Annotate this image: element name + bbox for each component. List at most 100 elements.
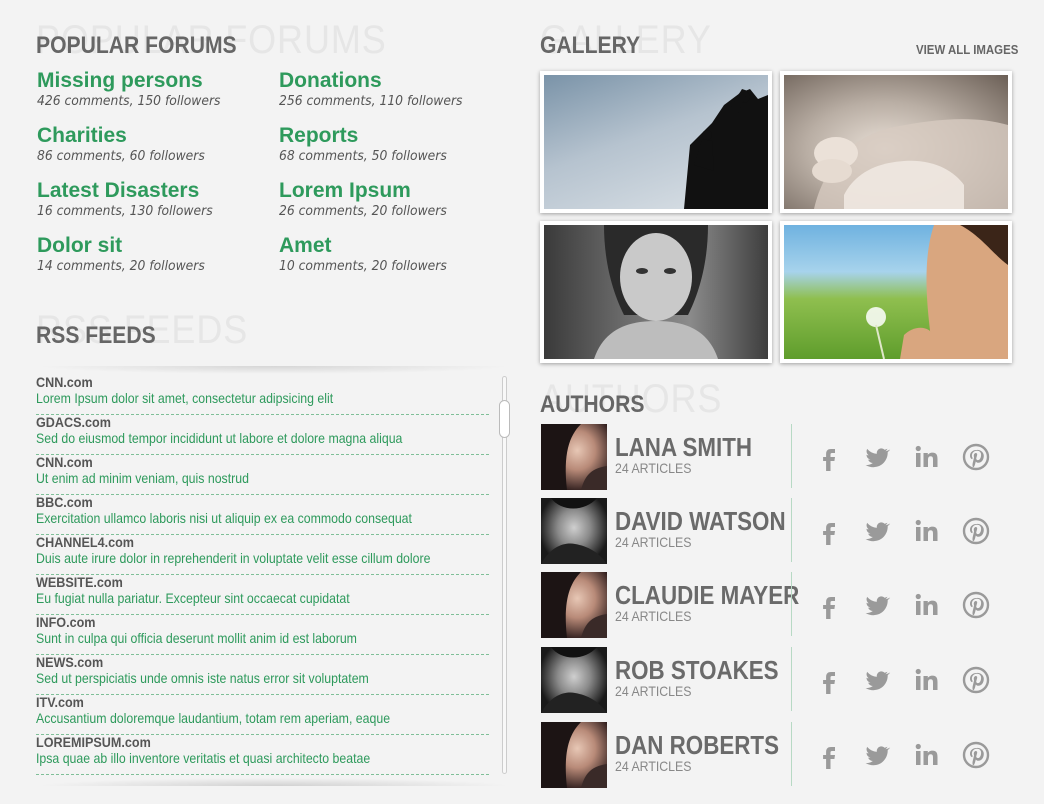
rss-item[interactable]: BBC.com Exercitation ullamco laboris nis… bbox=[36, 495, 489, 535]
rss-source: INFO.com bbox=[36, 615, 96, 630]
author-articles: 24 ARTICLES bbox=[615, 758, 692, 774]
forum-item[interactable]: Charities 86 comments, 60 followers bbox=[37, 124, 267, 166]
author-name[interactable]: LANA SMITH bbox=[615, 432, 752, 463]
linkedin-icon[interactable] bbox=[913, 741, 941, 769]
rss-source: WEBSITE.com bbox=[36, 575, 123, 590]
facebook-icon[interactable] bbox=[815, 591, 843, 619]
pinterest-icon[interactable] bbox=[962, 741, 990, 769]
forum-meta: 426 comments, 150 followers bbox=[37, 94, 221, 109]
rss-text[interactable]: Sunt in culpa qui officia deserunt molli… bbox=[36, 630, 435, 646]
gallery-image-girl[interactable] bbox=[540, 221, 772, 363]
avatar[interactable] bbox=[541, 722, 607, 788]
rss-item[interactable]: CNN.com Ut enim ad minim veniam, quis no… bbox=[36, 455, 489, 495]
forum-name[interactable]: Reports bbox=[279, 124, 509, 148]
author-divider bbox=[791, 647, 792, 711]
author-articles: 24 ARTICLES bbox=[615, 608, 692, 624]
twitter-icon[interactable] bbox=[863, 591, 891, 619]
rss-text[interactable]: Ipsa quae ab illo inventore veritatis et… bbox=[36, 750, 435, 766]
gallery-image-hands[interactable] bbox=[780, 71, 1012, 213]
forum-name[interactable]: Amet bbox=[279, 234, 509, 258]
avatar[interactable] bbox=[541, 572, 607, 638]
forum-meta: 26 comments, 20 followers bbox=[279, 204, 447, 219]
rss-text[interactable]: Ut enim ad minim veniam, quis nostrud bbox=[36, 470, 435, 486]
twitter-icon[interactable] bbox=[863, 666, 891, 694]
facebook-icon[interactable] bbox=[815, 666, 843, 694]
avatar[interactable] bbox=[541, 424, 607, 490]
gallery-image-dandelion[interactable] bbox=[780, 221, 1012, 363]
rss-source: LOREMIPSUM.com bbox=[36, 735, 151, 750]
facebook-icon[interactable] bbox=[815, 443, 843, 471]
forum-item[interactable]: Donations 256 comments, 110 followers bbox=[279, 69, 509, 111]
rss-text[interactable]: Exercitation ullamco laboris nisi ut ali… bbox=[36, 510, 435, 526]
forum-item[interactable]: Reports 68 comments, 50 followers bbox=[279, 124, 509, 166]
avatar[interactable] bbox=[541, 647, 607, 713]
rss-item[interactable]: INFO.com Sunt in culpa qui officia deser… bbox=[36, 615, 489, 655]
rss-scrollbar-thumb[interactable] bbox=[499, 400, 510, 438]
rss-bottom-shadow bbox=[36, 778, 512, 786]
forum-name[interactable]: Donations bbox=[279, 69, 509, 93]
author-row: ROB STOAKES 24 ARTICLES bbox=[541, 647, 1001, 713]
rss-source: NEWS.com bbox=[36, 655, 104, 670]
pinterest-icon[interactable] bbox=[962, 443, 990, 471]
forum-item[interactable]: Lorem Ipsum 26 comments, 20 followers bbox=[279, 179, 509, 221]
forum-name[interactable]: Missing persons bbox=[37, 69, 267, 93]
rss-item[interactable]: WEBSITE.com Eu fugiat nulla pariatur. Ex… bbox=[36, 575, 489, 615]
facebook-icon[interactable] bbox=[815, 517, 843, 545]
rss-text[interactable]: Lorem Ipsum dolor sit amet, consectetur … bbox=[36, 390, 435, 406]
gallery-title: GALLERY bbox=[540, 32, 641, 59]
forums-title: POPULAR FORUMS bbox=[36, 32, 237, 59]
twitter-icon[interactable] bbox=[863, 517, 891, 545]
pinterest-icon[interactable] bbox=[962, 666, 990, 694]
pinterest-icon[interactable] bbox=[962, 517, 990, 545]
author-row: LANA SMITH 24 ARTICLES bbox=[541, 424, 1001, 490]
forum-name[interactable]: Charities bbox=[37, 124, 267, 148]
rss-item[interactable]: NEWS.com Sed ut perspiciatis unde omnis … bbox=[36, 655, 489, 695]
rss-item[interactable]: CNN.com Lorem Ipsum dolor sit amet, cons… bbox=[36, 375, 489, 415]
author-divider bbox=[791, 572, 792, 636]
rss-source: ITV.com bbox=[36, 695, 84, 710]
author-name[interactable]: ROB STOAKES bbox=[615, 655, 779, 686]
forum-item[interactable]: Latest Disasters 16 comments, 130 follow… bbox=[37, 179, 267, 221]
author-name[interactable]: DAVID WATSON bbox=[615, 506, 786, 537]
linkedin-icon[interactable] bbox=[913, 443, 941, 471]
linkedin-icon[interactable] bbox=[913, 517, 941, 545]
avatar[interactable] bbox=[541, 498, 607, 564]
rss-source: CNN.com bbox=[36, 375, 93, 390]
rss-text[interactable]: Sed do eiusmod tempor incididunt ut labo… bbox=[36, 430, 435, 446]
author-divider bbox=[791, 722, 792, 786]
author-name[interactable]: DAN ROBERTS bbox=[615, 730, 779, 761]
rss-source: CNN.com bbox=[36, 455, 93, 470]
rss-text[interactable]: Eu fugiat nulla pariatur. Excepteur sint… bbox=[36, 590, 435, 606]
forum-name[interactable]: Dolor sit bbox=[37, 234, 267, 258]
author-articles: 24 ARTICLES bbox=[615, 534, 692, 550]
linkedin-icon[interactable] bbox=[913, 666, 941, 694]
rss-item[interactable]: ITV.com Accusantium doloremque laudantiu… bbox=[36, 695, 489, 735]
forum-meta: 68 comments, 50 followers bbox=[279, 149, 447, 164]
forum-item[interactable]: Missing persons 426 comments, 150 follow… bbox=[37, 69, 267, 111]
twitter-icon[interactable] bbox=[863, 741, 891, 769]
pinterest-icon[interactable] bbox=[962, 591, 990, 619]
rss-item[interactable]: LOREMIPSUM.com Ipsa quae ab illo invento… bbox=[36, 735, 489, 775]
twitter-icon[interactable] bbox=[863, 443, 891, 471]
gallery-image-climbers[interactable] bbox=[540, 71, 772, 213]
forum-item[interactable]: Amet 10 comments, 20 followers bbox=[279, 234, 509, 276]
rss-text[interactable]: Accusantium doloremque laudantium, totam… bbox=[36, 710, 435, 726]
forum-name[interactable]: Lorem Ipsum bbox=[279, 179, 509, 203]
rss-item[interactable]: GDACS.com Sed do eiusmod tempor incididu… bbox=[36, 415, 489, 455]
facebook-icon[interactable] bbox=[815, 741, 843, 769]
forum-meta: 256 comments, 110 followers bbox=[279, 94, 463, 109]
author-row: DAVID WATSON 24 ARTICLES bbox=[541, 498, 1001, 564]
rss-list: CNN.com Lorem Ipsum dolor sit amet, cons… bbox=[36, 375, 489, 775]
rss-item[interactable]: CHANNEL4.com Duis aute irure dolor in re… bbox=[36, 535, 489, 575]
forum-meta: 86 comments, 60 followers bbox=[37, 149, 205, 164]
linkedin-icon[interactable] bbox=[913, 591, 941, 619]
forum-item[interactable]: Dolor sit 14 comments, 20 followers bbox=[37, 234, 267, 276]
author-divider bbox=[791, 424, 792, 488]
view-all-images-link[interactable]: VIEW ALL IMAGES bbox=[916, 42, 1018, 57]
author-name[interactable]: CLAUDIE MAYER bbox=[615, 580, 799, 611]
forum-name[interactable]: Latest Disasters bbox=[37, 179, 267, 203]
forum-meta: 16 comments, 130 followers bbox=[37, 204, 213, 219]
rss-text[interactable]: Sed ut perspiciatis unde omnis iste natu… bbox=[36, 670, 435, 686]
authors-title: AUTHORS bbox=[540, 391, 645, 418]
rss-text[interactable]: Duis aute irure dolor in reprehenderit i… bbox=[36, 550, 435, 566]
